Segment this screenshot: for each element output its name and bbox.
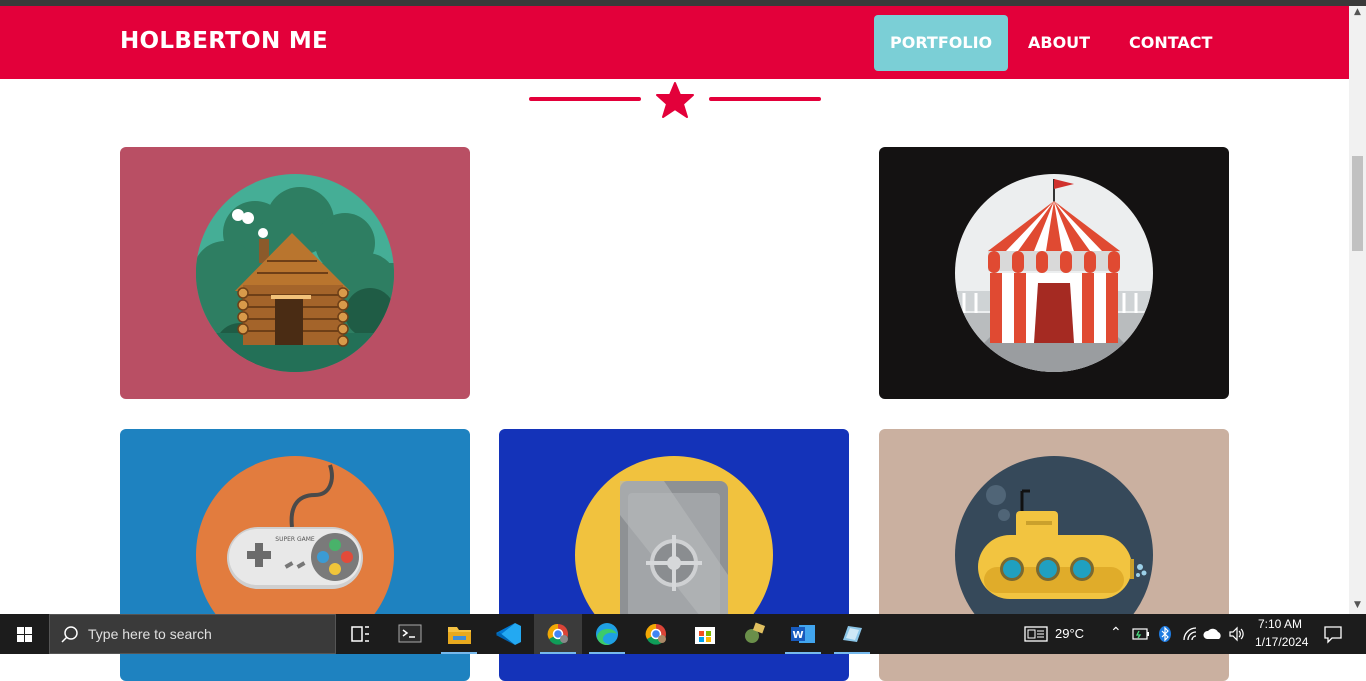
taskbar-file-explorer[interactable] (435, 614, 483, 654)
nav-contact[interactable]: CONTACT (1113, 15, 1228, 71)
circus-tent-illustration (955, 174, 1153, 372)
taskbar-app-tool[interactable] (730, 614, 778, 654)
brand-logo[interactable]: HOLBERTON ME (120, 28, 328, 54)
word-icon: W (791, 625, 815, 643)
taskbar-edge[interactable] (583, 614, 631, 654)
nav-about[interactable]: ABOUT (1012, 15, 1106, 71)
start-button[interactable] (0, 614, 48, 654)
store-icon (695, 627, 715, 644)
taskbar-vscode[interactable] (485, 614, 533, 654)
battery-icon[interactable] (1132, 626, 1150, 642)
taskbar-terminal[interactable] (386, 614, 434, 654)
taskbar-store[interactable] (681, 614, 729, 654)
onedrive-icon[interactable] (1203, 627, 1223, 641)
folder-icon (448, 627, 471, 644)
page-scrollbar[interactable] (1349, 6, 1366, 614)
chrome-icon (547, 623, 568, 645)
vscode-icon (496, 623, 521, 645)
windows-taskbar: Type here to search W 29°C ⌃ 7:10 AM 1/1… (0, 614, 1366, 654)
portfolio-item-circus[interactable] (879, 147, 1229, 399)
scroll-up-arrow[interactable]: ▲ (1352, 6, 1363, 18)
portfolio-item-cabin[interactable] (120, 147, 470, 399)
cabin-illustration (196, 174, 394, 372)
controller-label: SUPER GAME (275, 536, 315, 543)
scroll-down-arrow[interactable]: ▼ (1352, 599, 1363, 611)
task-view-icon (351, 626, 369, 642)
wifi-icon[interactable] (1182, 626, 1200, 642)
scrollbar-thumb[interactable] (1352, 156, 1363, 251)
edge-icon (596, 623, 618, 646)
bluetooth-icon[interactable] (1158, 625, 1172, 643)
site-header: HOLBERTON ME PORTFOLIO ABOUT CONTACT (0, 6, 1349, 79)
chrome-icon (645, 623, 666, 645)
taskbar-chrome-2[interactable] (632, 614, 680, 654)
volume-icon[interactable] (1228, 626, 1246, 642)
search-placeholder: Type here to search (88, 626, 212, 642)
nav-portfolio[interactable]: PORTFOLIO (874, 15, 1009, 71)
news-widget-icon[interactable] (1024, 624, 1048, 644)
divider-line-left (529, 97, 641, 101)
divider-line-right (709, 97, 821, 101)
tool-icon (745, 622, 766, 643)
taskbar-notes-app[interactable] (828, 614, 876, 654)
chevron-up-icon[interactable]: ⌃ (1110, 624, 1122, 641)
task-view-button[interactable] (336, 614, 384, 654)
taskbar-search[interactable]: Type here to search (49, 614, 336, 654)
taskbar-chrome-active[interactable] (534, 614, 582, 654)
search-icon (61, 626, 78, 643)
notification-icon[interactable] (1323, 624, 1343, 644)
star-icon (656, 82, 694, 118)
notes-icon (843, 626, 862, 642)
taskbar-word[interactable]: W (779, 614, 827, 654)
terminal-icon (398, 624, 422, 643)
svg-text:W: W (792, 630, 803, 641)
clock-date[interactable]: 1/17/2024 (1255, 635, 1308, 649)
weather-temp[interactable]: 29°C (1055, 626, 1084, 641)
clock-time[interactable]: 7:10 AM (1258, 617, 1302, 631)
windows-icon (17, 627, 32, 642)
